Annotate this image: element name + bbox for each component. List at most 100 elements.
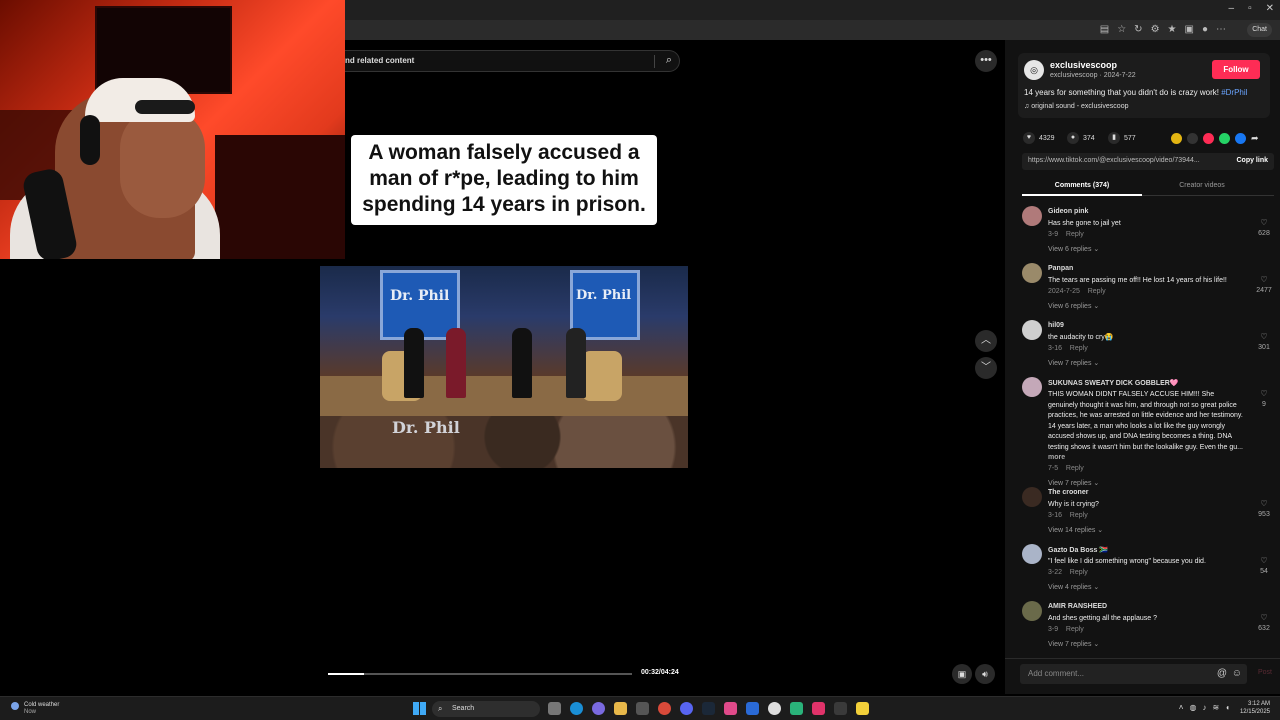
commenter-name[interactable]: Gideon pink [1048, 208, 1088, 215]
emoji-icon[interactable]: ☺ [1232, 668, 1242, 679]
previous-video-button[interactable]: ︿ [975, 330, 997, 352]
commenter-name[interactable]: hil09 [1048, 322, 1064, 329]
mention-icon[interactable]: @ [1217, 668, 1227, 679]
embed-icon[interactable] [1187, 133, 1198, 144]
chrome-icon[interactable] [658, 702, 671, 715]
tiktok-icon[interactable] [812, 702, 825, 715]
video-player[interactable]: Dr. Phil Dr. Phil Dr. Phil [320, 266, 688, 468]
commenter-avatar[interactable] [1022, 206, 1042, 226]
comment-like-button[interactable]: ♡ 632 [1254, 613, 1274, 632]
app-icon[interactable] [834, 702, 847, 715]
comment-like-button[interactable]: ♡ 301 [1254, 332, 1274, 351]
more-options-button[interactable]: ••• [975, 50, 997, 72]
facebook-icon[interactable] [1235, 133, 1246, 144]
follow-button[interactable]: Follow [1212, 60, 1260, 79]
favorite-star-icon[interactable]: ☆ [1117, 24, 1126, 35]
whatsapp-icon[interactable] [1219, 133, 1230, 144]
collections-icon[interactable]: ▣ [1185, 24, 1194, 35]
start-button[interactable] [413, 702, 426, 715]
volume-button[interactable]: 🔊︎ [975, 664, 995, 684]
reply-button[interactable]: Reply [1066, 231, 1084, 238]
commenter-name[interactable]: Gazto Da Boss 🇿🇦 [1048, 546, 1108, 554]
app-icon[interactable] [746, 702, 759, 715]
commenter-name[interactable]: The crooner [1048, 489, 1088, 496]
wifi-icon[interactable]: ≋ [1212, 703, 1219, 712]
comment-like-button[interactable]: ♡ 2477 [1254, 275, 1274, 294]
share-arrow-icon[interactable]: ➦ [1251, 133, 1262, 144]
copy-link-button[interactable]: Copy link [1236, 157, 1268, 164]
video-progress-bar[interactable] [328, 673, 632, 675]
tab-creator-videos[interactable]: Creator videos [1142, 182, 1262, 189]
creator-avatar[interactable]: ◎ [1024, 60, 1044, 80]
close-window-icon[interactable]: ✕ [1266, 3, 1274, 14]
comment-like-button[interactable]: ♡ 54 [1254, 556, 1274, 575]
video-link[interactable]: https://www.tiktok.com/@exclusivescoop/v… [1028, 157, 1200, 164]
next-video-button[interactable]: ﹀ [975, 357, 997, 379]
like-stat[interactable]: ♥ 4329 [1023, 132, 1055, 144]
search-input[interactable]: nd related content [345, 56, 414, 65]
network-icon[interactable]: ◍ [1189, 703, 1196, 712]
refresh-icon[interactable]: ↻ [1134, 24, 1142, 35]
steam-icon[interactable] [702, 702, 715, 715]
view-replies-button[interactable]: View 7 replies ⌄ [1048, 640, 1099, 648]
store-icon[interactable] [636, 702, 649, 715]
view-replies-button[interactable]: View 4 replies ⌄ [1048, 583, 1099, 591]
more-link[interactable]: more [1048, 454, 1065, 461]
share-coin-icon[interactable] [1171, 133, 1182, 144]
reply-button[interactable]: Reply [1070, 569, 1088, 576]
maximize-icon[interactable]: ▫ [1248, 3, 1252, 14]
search-icon[interactable]: ⌕ [666, 54, 672, 67]
commenter-avatar[interactable] [1022, 601, 1042, 621]
weather-widget[interactable]: Cold weather Now [11, 701, 59, 716]
file-explorer-icon[interactable] [614, 702, 627, 715]
favorites-icon[interactable]: ★ [1168, 24, 1177, 35]
view-replies-button[interactable]: View 6 replies ⌄ [1048, 245, 1099, 253]
openai-icon[interactable] [768, 702, 781, 715]
post-comment-button[interactable]: Post [1258, 669, 1272, 676]
task-view-icon[interactable] [548, 702, 561, 715]
app-icon[interactable] [724, 702, 737, 715]
clock[interactable]: 3:12 AM 12/15/2025 [1240, 700, 1270, 716]
commenter-avatar[interactable] [1022, 544, 1042, 564]
send-icon[interactable] [1203, 133, 1214, 144]
comment-like-button[interactable]: ♡ 9 [1254, 389, 1274, 408]
copilot-icon[interactable] [592, 702, 605, 715]
comment-input[interactable]: Add comment... @ ☺ [1020, 664, 1247, 684]
copilot-chat-button[interactable]: Chat [1247, 23, 1272, 37]
taskbar-search[interactable]: ⌕ Search [432, 701, 540, 717]
creator-username[interactable]: exclusivescoop [1050, 60, 1117, 70]
tab-comments[interactable]: Comments (374) [1022, 182, 1142, 196]
edge-icon[interactable] [570, 702, 583, 715]
discord-icon[interactable] [680, 702, 693, 715]
commenter-name[interactable]: Panpan [1048, 265, 1073, 272]
commenter-avatar[interactable] [1022, 377, 1042, 397]
view-replies-button[interactable]: View 7 replies ⌄ [1048, 359, 1099, 367]
volume-icon[interactable]: ◖ [1225, 703, 1230, 712]
extensions-icon[interactable]: ⚙ [1151, 24, 1160, 35]
view-replies-button[interactable]: View 6 replies ⌄ [1048, 302, 1099, 310]
comment-stat[interactable]: ● 374 [1067, 132, 1095, 144]
view-replies-button[interactable]: View 7 replies ⌄ [1048, 479, 1099, 487]
reply-button[interactable]: Reply [1070, 345, 1088, 352]
reply-button[interactable]: Reply [1066, 465, 1084, 472]
commenter-avatar[interactable] [1022, 487, 1042, 507]
save-stat[interactable]: ▮ 577 [1108, 132, 1136, 144]
sticky-notes-icon[interactable] [856, 702, 869, 715]
reply-button[interactable]: Reply [1088, 288, 1106, 295]
pip-button[interactable]: ▣ [952, 664, 972, 684]
view-replies-button[interactable]: View 14 replies ⌄ [1048, 526, 1103, 534]
commenter-name[interactable]: SUKUNAS SWEATY DICK GOBBLER🩷 [1048, 379, 1179, 387]
reply-button[interactable]: Reply [1070, 512, 1088, 519]
reply-button[interactable]: Reply [1066, 626, 1084, 633]
search-bar[interactable]: nd related content ⌕ [345, 50, 680, 72]
comment-like-button[interactable]: ♡ 953 [1254, 499, 1274, 518]
minimize-icon[interactable]: – [1229, 3, 1235, 14]
mic-icon[interactable]: ♪ [1202, 703, 1206, 712]
more-options-icon[interactable]: ⋯ [1216, 24, 1226, 35]
comment-like-button[interactable]: ♡ 628 [1254, 218, 1274, 237]
hashtag-link[interactable]: #DrPhil [1221, 88, 1247, 97]
app-icon[interactable] [790, 702, 803, 715]
commenter-avatar[interactable] [1022, 263, 1042, 283]
commenter-name[interactable]: AMIR RANSHEED [1048, 603, 1107, 610]
profile-icon[interactable]: ● [1202, 24, 1208, 35]
